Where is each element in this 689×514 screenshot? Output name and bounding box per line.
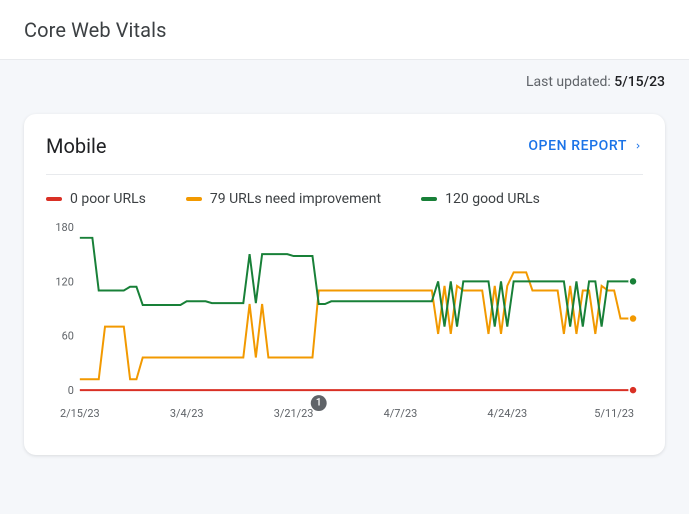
card-title: Mobile xyxy=(46,134,106,158)
improvement-swatch-icon xyxy=(186,197,202,201)
chart-area: 0 60 120 180 2/15/23 3/4/23 3/21/23 4/7/23 4/24/… xyxy=(24,217,665,455)
svg-text:180: 180 xyxy=(55,221,73,234)
svg-text:4/7/23: 4/7/23 xyxy=(384,407,418,420)
line-chart: 0 60 120 180 2/15/23 3/4/23 3/21/23 4/7/23 4/24/… xyxy=(46,221,643,435)
svg-text:5/11/23: 5/11/23 xyxy=(594,407,634,420)
last-updated-date: 5/15/23 xyxy=(614,74,665,90)
last-updated-label: Last updated: xyxy=(526,74,614,90)
svg-text:60: 60 xyxy=(62,330,74,343)
legend-poor-label: 0 poor URLs xyxy=(70,191,146,207)
svg-text:2/15/23: 2/15/23 xyxy=(60,407,100,420)
legend-improvement: 79 URLs need improvement xyxy=(186,191,381,207)
open-report-label: OPEN REPORT xyxy=(528,138,627,154)
card-header: Mobile OPEN REPORT xyxy=(24,114,665,174)
chart-legend: 0 poor URLs 79 URLs need improvement 120… xyxy=(24,175,665,217)
good-swatch-icon xyxy=(421,197,437,201)
svg-text:3/21/23: 3/21/23 xyxy=(274,407,314,420)
last-updated-row: Last updated: 5/15/23 xyxy=(0,60,689,90)
svg-text:120: 120 xyxy=(55,275,73,288)
chevron-right-icon xyxy=(633,141,643,151)
svg-text:0: 0 xyxy=(68,384,74,397)
legend-good-label: 120 good URLs xyxy=(445,191,540,207)
open-report-link[interactable]: OPEN REPORT xyxy=(528,138,643,154)
page-header: Core Web Vitals xyxy=(0,0,689,60)
page-title: Core Web Vitals xyxy=(24,18,167,42)
svg-text:1: 1 xyxy=(316,398,322,409)
legend-improvement-label: 79 URLs need improvement xyxy=(210,191,381,207)
legend-poor: 0 poor URLs xyxy=(46,191,146,207)
legend-good: 120 good URLs xyxy=(421,191,540,207)
mobile-card: Mobile OPEN REPORT 0 poor URLs 79 URLs n… xyxy=(24,114,665,455)
svg-text:4/24/23: 4/24/23 xyxy=(487,407,527,420)
poor-swatch-icon xyxy=(46,197,62,201)
svg-text:3/4/23: 3/4/23 xyxy=(170,407,204,420)
